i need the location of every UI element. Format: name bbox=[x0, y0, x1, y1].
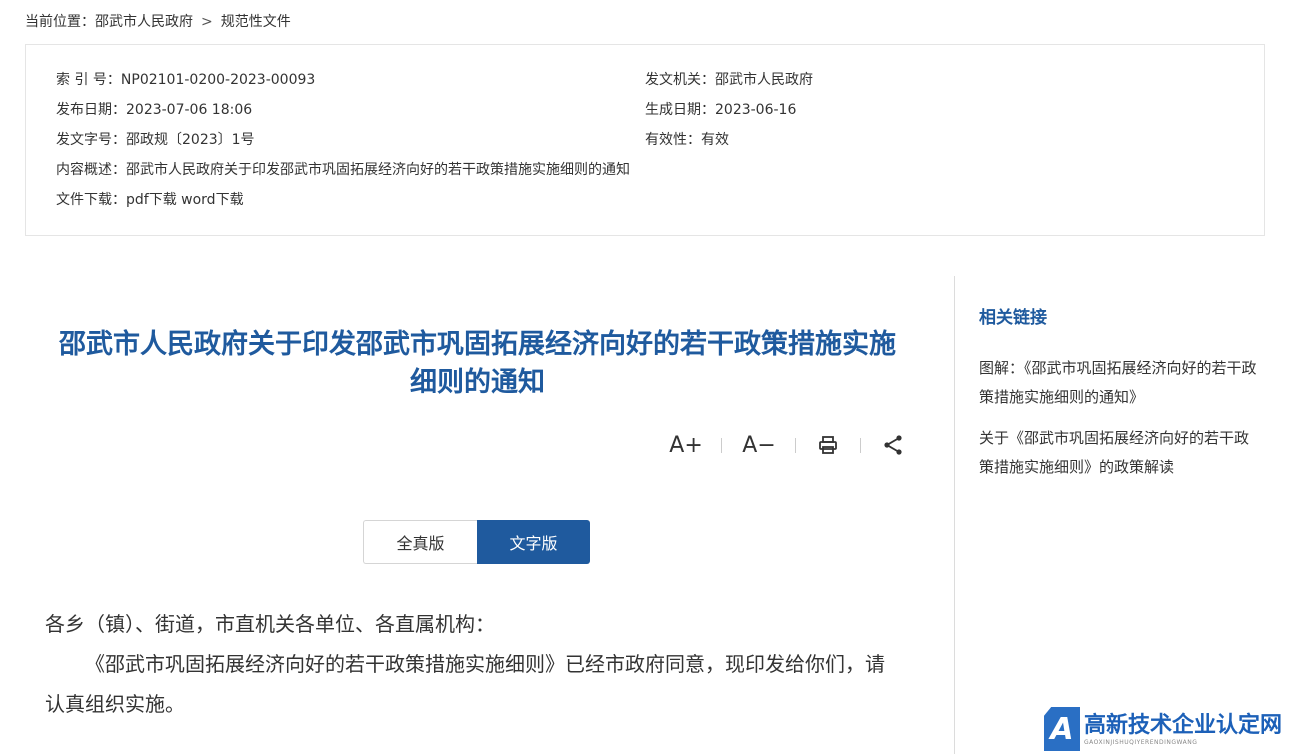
meta-validity-label: 有效性： bbox=[645, 132, 701, 148]
meta-index: 索 引 号：NP02101-0200-2023-00093 bbox=[56, 70, 315, 90]
meta-issuer-value: 邵武市人民政府 bbox=[715, 72, 813, 88]
meta-publish-date: 发布日期：2023-07-06 18:06 bbox=[56, 100, 252, 120]
meta-publish-label: 发布日期： bbox=[56, 102, 126, 118]
related-link-infographic[interactable]: 图解：《邵武市巩固拓展经济向好的若干政策措施实施细则的通知》 bbox=[979, 354, 1259, 412]
print-button[interactable] bbox=[815, 430, 841, 460]
breadcrumb-prefix: 当前位置： bbox=[25, 14, 95, 30]
meta-download: 文件下载：pdf下载 word下载 bbox=[56, 190, 244, 210]
tool-divider bbox=[860, 438, 861, 453]
meta-generate-value: 2023-06-16 bbox=[715, 102, 797, 118]
tab-full-version[interactable]: 全真版 bbox=[363, 520, 477, 564]
share-button[interactable] bbox=[880, 430, 906, 460]
meta-index-label: 索 引 号： bbox=[56, 72, 121, 88]
meta-docno-label: 发文字号： bbox=[56, 132, 126, 148]
breadcrumb-separator: > bbox=[201, 14, 213, 30]
meta-download-label: 文件下载： bbox=[56, 192, 126, 208]
meta-index-value: NP02101-0200-2023-00093 bbox=[120, 72, 316, 88]
breadcrumb: 当前位置：邵武市人民政府 > 规范性文件 bbox=[25, 11, 291, 31]
meta-summary-label: 内容概述： bbox=[56, 162, 126, 178]
print-icon bbox=[819, 436, 837, 454]
tool-divider bbox=[721, 438, 722, 453]
document-meta-panel: 索 引 号：NP02101-0200-2023-00093 发文机关：邵武市人民… bbox=[25, 44, 1265, 236]
document-salutation: 各乡（镇）、街道，市直机关各单位、各直属机构： bbox=[45, 612, 495, 636]
meta-summary: 内容概述：邵武市人民政府关于印发邵武市巩固拓展经济向好的若干政策措施实施细则的通… bbox=[56, 160, 630, 180]
sidebar-divider bbox=[954, 276, 955, 754]
meta-generate-date: 生成日期：2023-06-16 bbox=[645, 100, 796, 120]
related-link-interpretation[interactable]: 关于《邵武市巩固拓展经济向好的若干政策措施实施细则》的政策解读 bbox=[979, 424, 1259, 482]
watermark-logo: A 高新技术企业认定网 GAOXINJISHUQIYERENDINGWANG bbox=[1044, 704, 1291, 754]
meta-validity-value: 有效 bbox=[701, 132, 729, 148]
tab-text-version[interactable]: 文字版 bbox=[477, 520, 590, 564]
pdf-download-link[interactable]: pdf下载 bbox=[126, 192, 177, 208]
document-title: 邵武市人民政府关于印发邵武市巩固拓展经济向好的若干政策措施实施细则的通知 bbox=[59, 329, 896, 398]
font-increase-button[interactable]: A+ bbox=[669, 430, 702, 460]
meta-doc-number: 发文字号：邵政规〔2023〕1号 bbox=[56, 130, 255, 150]
meta-issuer-label: 发文机关： bbox=[645, 72, 715, 88]
logo-chinese-text: 高新技术企业认定网 bbox=[1084, 712, 1283, 738]
logo-mark: A bbox=[1044, 707, 1080, 751]
font-decrease-button[interactable]: A− bbox=[742, 430, 775, 460]
meta-issuer: 发文机关：邵武市人民政府 bbox=[645, 70, 813, 90]
logo-english-text: GAOXINJISHUQIYERENDINGWANG bbox=[1084, 738, 1198, 746]
meta-validity: 有效性：有效 bbox=[645, 130, 729, 150]
meta-publish-value: 2023-07-06 18:06 bbox=[126, 102, 253, 118]
tool-divider bbox=[795, 438, 796, 453]
related-links-title: 相关链接 bbox=[979, 308, 1047, 328]
share-icon bbox=[884, 435, 902, 455]
meta-generate-label: 生成日期： bbox=[645, 102, 715, 118]
document-paragraph: 《邵武市巩固拓展经济向好的若干政策措施实施细则》已经市政府同意，现印发给你们，请… bbox=[45, 652, 885, 716]
word-download-link[interactable]: word下载 bbox=[181, 192, 243, 208]
breadcrumb-current-link[interactable]: 规范性文件 bbox=[221, 14, 291, 30]
meta-docno-value: 邵政规〔2023〕1号 bbox=[126, 132, 255, 148]
meta-summary-value: 邵武市人民政府关于印发邵武市巩固拓展经济向好的若干政策措施实施细则的通知 bbox=[126, 162, 630, 178]
breadcrumb-home-link[interactable]: 邵武市人民政府 bbox=[95, 14, 193, 30]
